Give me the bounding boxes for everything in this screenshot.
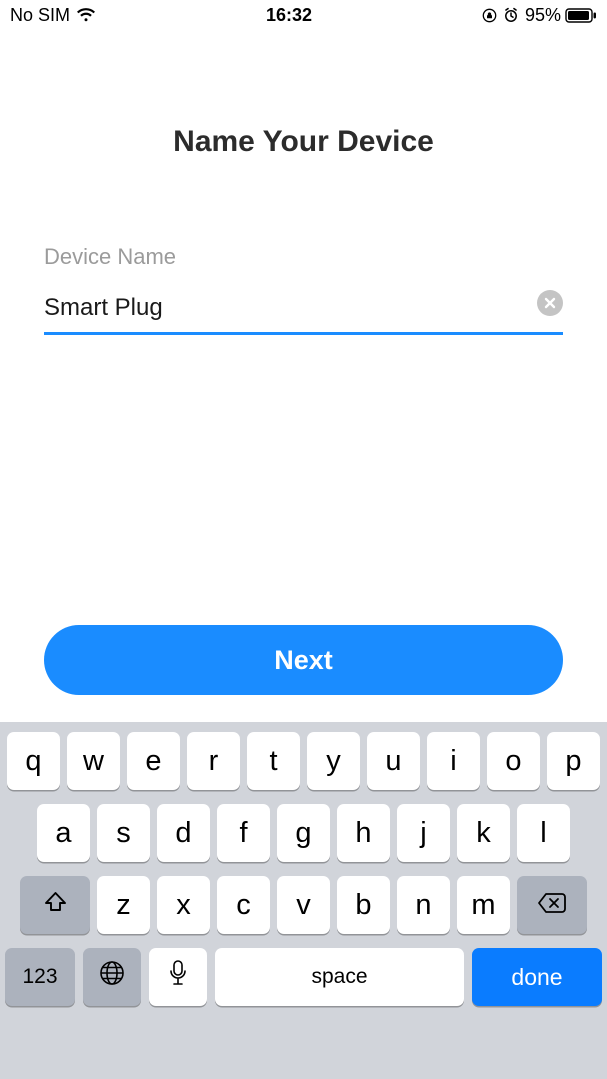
key-n[interactable]: n <box>397 876 450 934</box>
shift-key[interactable] <box>20 876 90 934</box>
status-time: 16:32 <box>266 5 312 26</box>
status-bar: No SIM 16:32 95% <box>0 0 607 30</box>
key-u[interactable]: u <box>367 732 420 790</box>
numbers-key[interactable]: 123 <box>5 948 75 1006</box>
key-r[interactable]: r <box>187 732 240 790</box>
key-f[interactable]: f <box>217 804 270 862</box>
key-s[interactable]: s <box>97 804 150 862</box>
device-name-field-wrap <box>44 288 563 335</box>
key-i[interactable]: i <box>427 732 480 790</box>
key-w[interactable]: w <box>67 732 120 790</box>
space-key[interactable]: space <box>215 948 464 1006</box>
backspace-key[interactable] <box>517 876 587 934</box>
battery-indicator: 95% <box>525 5 597 26</box>
keyboard-row-4: 123 space done <box>5 948 602 1006</box>
wifi-icon <box>76 8 96 22</box>
key-z[interactable]: z <box>97 876 150 934</box>
done-key[interactable]: done <box>472 948 602 1006</box>
keyboard-row-2: asdfghjkl <box>5 804 602 862</box>
battery-icon <box>565 8 597 23</box>
key-e[interactable]: e <box>127 732 180 790</box>
key-b[interactable]: b <box>337 876 390 934</box>
clear-input-button[interactable] <box>537 290 563 316</box>
shift-icon <box>43 889 68 922</box>
globe-icon <box>98 959 126 995</box>
key-d[interactable]: d <box>157 804 210 862</box>
ios-keyboard: qwertyuiop asdfghjkl zxcvbnm 123 space d… <box>0 722 607 1079</box>
key-h[interactable]: h <box>337 804 390 862</box>
key-k[interactable]: k <box>457 804 510 862</box>
key-y[interactable]: y <box>307 732 360 790</box>
microphone-icon <box>169 959 187 995</box>
status-right: 95% <box>482 5 597 26</box>
key-g[interactable]: g <box>277 804 330 862</box>
key-x[interactable]: x <box>157 876 210 934</box>
key-j[interactable]: j <box>397 804 450 862</box>
key-a[interactable]: a <box>37 804 90 862</box>
main-content: Name Your Device Device Name Next <box>0 125 607 695</box>
key-v[interactable]: v <box>277 876 330 934</box>
battery-percent: 95% <box>525 5 561 26</box>
keyboard-row-3: zxcvbnm <box>5 876 602 934</box>
carrier-text: No SIM <box>10 5 70 26</box>
keyboard-row-1: qwertyuiop <box>5 732 602 790</box>
page-title: Name Your Device <box>44 125 563 159</box>
key-o[interactable]: o <box>487 732 540 790</box>
device-name-input[interactable] <box>44 288 563 335</box>
key-p[interactable]: p <box>547 732 600 790</box>
dictation-key[interactable] <box>149 948 207 1006</box>
orientation-lock-icon <box>482 8 497 23</box>
key-m[interactable]: m <box>457 876 510 934</box>
next-button[interactable]: Next <box>44 625 563 695</box>
key-l[interactable]: l <box>517 804 570 862</box>
device-name-label: Device Name <box>44 244 563 270</box>
close-icon <box>543 296 557 310</box>
alarm-icon <box>503 7 519 23</box>
status-left: No SIM <box>10 5 96 26</box>
globe-key[interactable] <box>83 948 141 1006</box>
key-c[interactable]: c <box>217 876 270 934</box>
backspace-icon <box>537 889 567 922</box>
key-q[interactable]: q <box>7 732 60 790</box>
key-t[interactable]: t <box>247 732 300 790</box>
